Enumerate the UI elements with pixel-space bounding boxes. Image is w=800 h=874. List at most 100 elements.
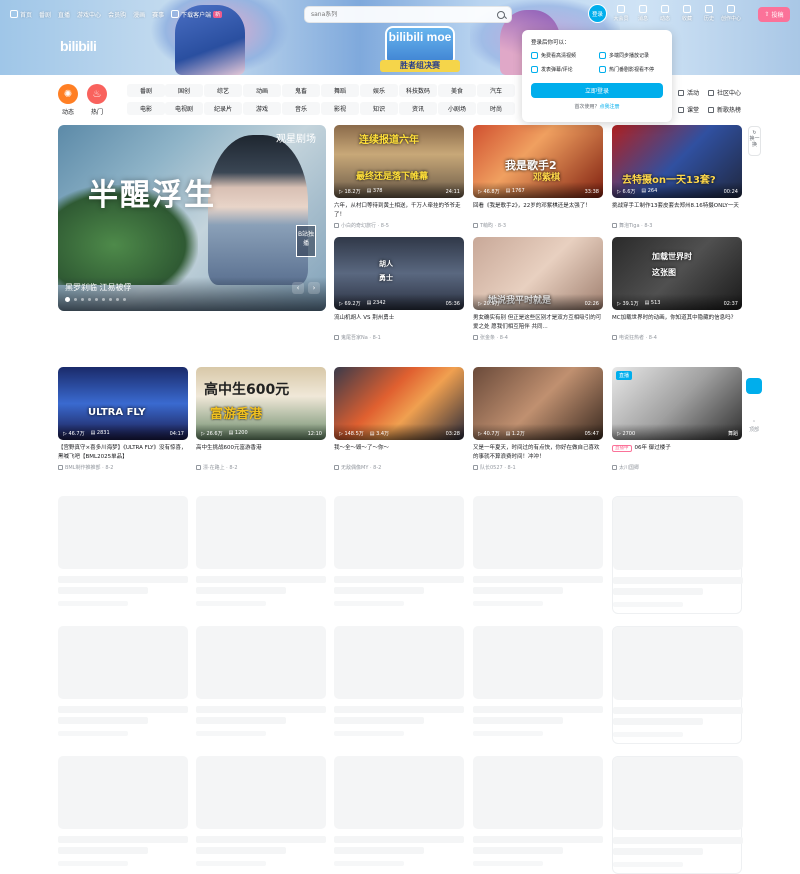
channel-tag[interactable]: 时尚 <box>477 102 515 115</box>
video-title[interactable]: 回看《我是歌手2》，22岁的邓紫棋还是太强了！ <box>473 202 603 219</box>
channel-tag[interactable]: 动画 <box>243 84 281 97</box>
channel-tag[interactable]: 音乐 <box>282 102 320 115</box>
channel-tag[interactable]: 国创 <box>165 84 203 97</box>
video-thumbnail[interactable]: 直播 ▷ 2700 舞蹈 <box>612 367 742 440</box>
channel-tag[interactable]: 番剧 <box>127 84 165 97</box>
video-thumbnail[interactable]: 高中生600元 富游香港 ▷ 26.6万 ▤ 1200 12:10 <box>196 367 326 440</box>
download-client-link[interactable]: 下载客户端新 <box>171 10 223 19</box>
carousel-title[interactable]: 黑罗刹临 江易被俘 <box>65 282 132 293</box>
channel-tag[interactable]: 小剧场 <box>438 102 476 115</box>
channel-tag[interactable]: 科技数码 <box>399 84 437 97</box>
community-center-link[interactable]: 社区中心 <box>708 88 741 97</box>
channel-tag[interactable]: 舞蹈 <box>321 84 359 97</box>
search-icon[interactable] <box>497 10 505 19</box>
video-meta[interactable]: 小白的奇幻旅行 · 8-5 <box>334 222 464 229</box>
video-card[interactable]: ▷ 148.5万 ▤ 3.4万 03:28 我～全～毁～了～你～ 无敌偶像MY ·… <box>334 367 464 471</box>
channel-tag[interactable]: 电影 <box>127 102 165 115</box>
channel-tag[interactable]: 娱乐 <box>360 84 398 97</box>
channel-tag[interactable]: 汽车 <box>477 84 515 97</box>
refresh-button[interactable]: ↻ 换一换 <box>748 126 761 156</box>
channel-tag[interactable]: 鬼畜 <box>282 84 320 97</box>
video-title[interactable]: 我～全～毁～了～你～ <box>334 444 464 461</box>
login-now-button[interactable]: 立即登录 <box>531 83 663 98</box>
nav-game-center[interactable]: 游戏中心 <box>77 10 101 19</box>
bilibili-logo[interactable]: bilibili <box>60 38 97 54</box>
video-title[interactable]: 男女确实有别 但正是这些区别才是双方互相吸引的可爱之处 愿我们相互陪伴 共同..… <box>473 314 603 331</box>
nav-home[interactable]: 首页 <box>10 10 32 19</box>
floating-action-button[interactable] <box>746 378 762 394</box>
dynamics-link[interactable]: 动态 <box>654 5 676 22</box>
video-meta[interactable]: 鬼尾吾家Na · 8-1 <box>334 334 464 341</box>
channel-tag[interactable]: 美食 <box>438 84 476 97</box>
video-title[interactable]: 又是一年夏天，时间过的有点快，你好在做自己喜欢的事就不算浪费时间！冲冲！ <box>473 444 603 461</box>
carousel-dot[interactable] <box>115 297 119 302</box>
video-card[interactable]: 她说我平时就是 ▷ 20.9万 02:26 男女确实有别 但正是这些区别才是双方… <box>473 237 603 341</box>
activity-link[interactable]: 活动 <box>678 88 699 97</box>
video-meta[interactable]: T萌昀 · 8-3 <box>473 222 603 229</box>
video-meta[interactable]: 张金条 · 8-4 <box>473 334 603 341</box>
video-card[interactable]: 我是歌手2 邓紫棋 ▷ 46.8万 ▤ 1767 33:38 回看《我是歌手2》，2… <box>473 125 603 229</box>
nav-bangumi[interactable]: 番剧 <box>39 10 51 19</box>
carousel-next-button[interactable]: › <box>308 282 320 294</box>
carousel-prev-button[interactable]: ‹ <box>292 282 304 294</box>
carousel-dot[interactable] <box>80 297 84 302</box>
video-meta[interactable]: 舞泡Tiga · 8-3 <box>612 222 742 229</box>
video-title[interactable]: 六年，从村口等待到黄土相送，千万人牵挂的爷爷走了！ <box>334 202 464 219</box>
video-meta[interactable]: 太川国卿 <box>612 464 742 471</box>
channel-tag[interactable]: 电视剧 <box>165 102 203 115</box>
video-thumbnail[interactable]: 她说我平时就是 ▷ 20.9万 02:26 <box>473 237 603 310</box>
video-title[interactable]: 高中生挑战600元富游香港 <box>196 444 326 461</box>
video-thumbnail[interactable]: 胡人 勇士 ▷ 69.2万 ▤ 2342 05:36 <box>334 237 464 310</box>
carousel-dot[interactable] <box>94 297 98 302</box>
featured-carousel[interactable]: 半醒浮生 观星剧场 B站独播 黑罗刹临 江易被俘 ‹ › <box>58 125 326 311</box>
carousel-dot[interactable] <box>87 297 91 302</box>
video-title[interactable]: 挑战穿手工制作13套皮套去郑州8.16特摄ONLY一天 <box>612 202 742 219</box>
upload-button[interactable]: ⇧ 投稿 <box>758 7 790 22</box>
video-thumbnail[interactable]: ▷ 148.5万 ▤ 3.4万 03:28 <box>334 367 464 440</box>
video-thumbnail[interactable]: 去特摄on一天13套? ▷ 6.6万 ▤ 264 00:24 <box>612 125 742 198</box>
new-songs-link[interactable]: 新歌热榜 <box>708 105 741 114</box>
video-title[interactable]: MC加载世界时的动画，你知道其中隐藏的信息吗？ <box>612 314 742 331</box>
carousel-dot[interactable] <box>122 297 126 302</box>
video-meta[interactable]: 无敌偶像MY · 8-2 <box>334 464 464 471</box>
video-thumbnail[interactable]: 加载世界时 这张图 ▷ 39.1万 ▤ 513 02:37 <box>612 237 742 310</box>
hot-channel-button[interactable]: ♨ <box>87 84 107 104</box>
messages-link[interactable]: 消息 <box>632 5 654 22</box>
classroom-link[interactable]: 课堂 <box>678 105 699 114</box>
video-meta[interactable]: BML制作推推部 · 8-2 <box>58 464 188 471</box>
login-avatar-button[interactable]: 登录 <box>588 4 607 23</box>
video-title[interactable]: 流山机胡人 VS 荆州勇士 <box>334 314 464 331</box>
creator-center-link[interactable]: 创作中心 <box>720 5 742 22</box>
video-thumbnail[interactable]: 我是歌手2 邓紫棋 ▷ 46.8万 ▤ 1767 33:38 <box>473 125 603 198</box>
carousel-dot[interactable] <box>73 297 77 302</box>
history-link[interactable]: 历史 <box>698 5 720 22</box>
channel-tag[interactable]: 资讯 <box>399 102 437 115</box>
video-thumbnail[interactable]: ▷ 40.7万 ▤ 1.2万 05:47 <box>473 367 603 440</box>
video-card[interactable]: 连续报道六年 最终还是落下帷幕 ▷ 18.2万 ▤ 378 24:11 六年，从村口… <box>334 125 464 229</box>
video-card[interactable]: 加载世界时 这张图 ▷ 39.1万 ▤ 513 02:37 MC加载世界时的动画，你… <box>612 237 742 341</box>
video-card[interactable]: ▷ 40.7万 ▤ 1.2万 05:47 又是一年夏天，时间过的有点快，你好在做自… <box>473 367 603 471</box>
video-card[interactable]: 直播 ▷ 2700 舞蹈 直播中 06年 御过楼子 太川国卿 <box>612 367 742 471</box>
channel-tag[interactable]: 综艺 <box>204 84 242 97</box>
video-card[interactable]: ULTRA FLY ▷ 46.7万 ▤ 2831 04:17 【宫野真守×喜多川海… <box>58 367 188 471</box>
nav-mall[interactable]: 会员购 <box>108 10 126 19</box>
vip-link[interactable]: 大会员 <box>610 5 632 22</box>
video-meta[interactable]: 队长0527 · 8-1 <box>473 464 603 471</box>
nav-esports[interactable]: 赛事 <box>152 10 164 19</box>
back-to-top-button[interactable]: ⌃ 顶部 <box>748 420 760 433</box>
nav-manga[interactable]: 漫画 <box>133 10 145 19</box>
register-link[interactable]: 点我注册 <box>600 104 620 110</box>
channel-tag[interactable]: 知识 <box>360 102 398 115</box>
carousel-dot[interactable] <box>65 297 70 302</box>
video-card[interactable]: 去特摄on一天13套? ▷ 6.6万 ▤ 264 00:24 挑战穿手工制作13套… <box>612 125 742 229</box>
carousel-dot[interactable] <box>101 297 105 302</box>
favorites-link[interactable]: 收藏 <box>676 5 698 22</box>
video-thumbnail[interactable]: 连续报道六年 最终还是落下帷幕 ▷ 18.2万 ▤ 378 24:11 <box>334 125 464 198</box>
video-thumbnail[interactable]: ULTRA FLY ▷ 46.7万 ▤ 2831 04:17 <box>58 367 188 440</box>
channel-tag[interactable]: 纪录片 <box>204 102 242 115</box>
nav-live[interactable]: 直播 <box>58 10 70 19</box>
video-meta[interactable]: 漂·在路上 · 8-2 <box>196 464 326 471</box>
channel-tag[interactable]: 影视 <box>321 102 359 115</box>
video-title[interactable]: 直播中 06年 御过楼子 <box>612 444 742 461</box>
video-meta[interactable]: 电说狂热者 · 8-4 <box>612 334 742 341</box>
